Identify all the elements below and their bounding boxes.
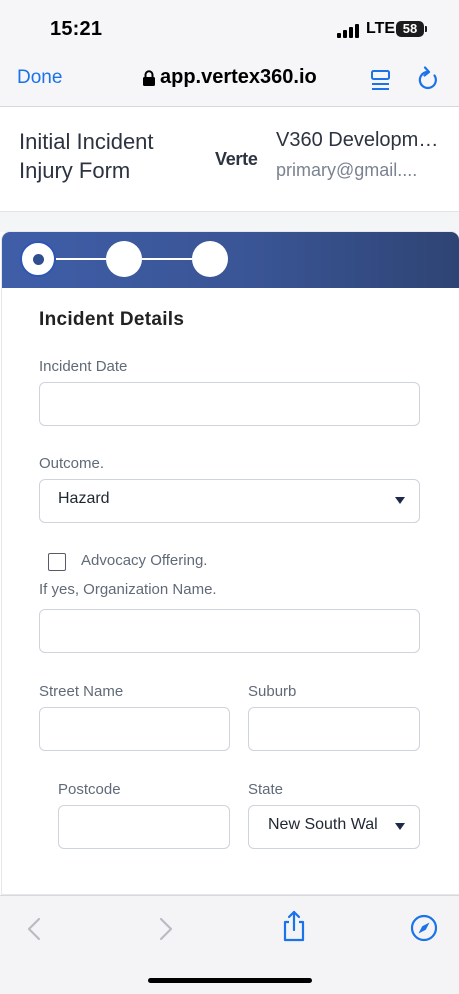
battery-level: 58 <box>402 21 418 36</box>
street-name-input[interactable] <box>39 707 230 751</box>
active-step-dot <box>33 254 44 265</box>
advocacy-checkbox[interactable] <box>48 553 66 571</box>
suburb-label: Suburb <box>248 683 297 700</box>
postcode-input[interactable] <box>58 805 230 849</box>
suburb-input[interactable] <box>248 707 420 751</box>
lock-icon <box>143 70 155 86</box>
share-icon[interactable] <box>281 910 307 942</box>
step-connector <box>142 258 192 260</box>
outcome-selected-value: Hazard <box>58 490 110 507</box>
form-stepper <box>2 232 459 288</box>
state-select[interactable]: New South Wal <box>248 805 420 849</box>
page-background <box>0 212 459 232</box>
compass-icon[interactable] <box>410 914 438 942</box>
organization-name-label: If yes, Organization Name. <box>39 581 217 598</box>
reload-icon[interactable] <box>416 66 440 92</box>
step-3[interactable] <box>192 241 228 277</box>
organization-name-input[interactable] <box>39 609 420 653</box>
form-title: Initial Incident Injury Form <box>19 129 154 183</box>
form-card: Incident Details Incident Date Outcome. … <box>2 232 459 894</box>
browser-toolbar: Done app.vertex360.io <box>0 58 459 107</box>
back-icon[interactable] <box>25 916 43 942</box>
step-connector <box>56 258 106 260</box>
home-indicator <box>148 978 312 983</box>
status-time: 15:21 <box>50 18 103 40</box>
done-button[interactable]: Done <box>17 67 62 89</box>
chevron-down-icon <box>395 823 405 830</box>
state-selected-value: New South Wal <box>268 816 378 833</box>
chevron-down-icon <box>395 497 405 504</box>
incident-date-label: Incident Date <box>39 358 128 375</box>
forward-icon[interactable] <box>157 916 175 942</box>
battery-icon: 58 <box>396 21 427 37</box>
advocacy-label: Advocacy Offering. <box>81 552 208 569</box>
step-2[interactable] <box>106 241 142 277</box>
state-label: State <box>248 781 284 798</box>
brand-logo: Verte <box>215 149 258 169</box>
outcome-select[interactable]: Hazard <box>39 479 420 523</box>
network-type: LTE <box>366 20 396 37</box>
postcode-label: Postcode <box>58 781 121 798</box>
app-header: Initial Incident Injury Form Verte V360 … <box>0 107 459 212</box>
section-title: Incident Details <box>39 309 185 330</box>
incident-date-input[interactable] <box>39 382 420 426</box>
user-email[interactable]: primary@gmail.... <box>276 160 446 181</box>
reader-icon[interactable] <box>370 68 392 92</box>
organization-name[interactable]: V360 Developme... <box>276 129 446 152</box>
step-1[interactable] <box>20 241 56 277</box>
url-field[interactable]: app.vertex360.io <box>160 66 317 89</box>
status-bar: 15:21 LTE 58 <box>0 0 459 58</box>
signal-icon <box>337 23 361 38</box>
street-name-label: Street Name <box>39 683 124 700</box>
outcome-label: Outcome. <box>39 455 105 472</box>
